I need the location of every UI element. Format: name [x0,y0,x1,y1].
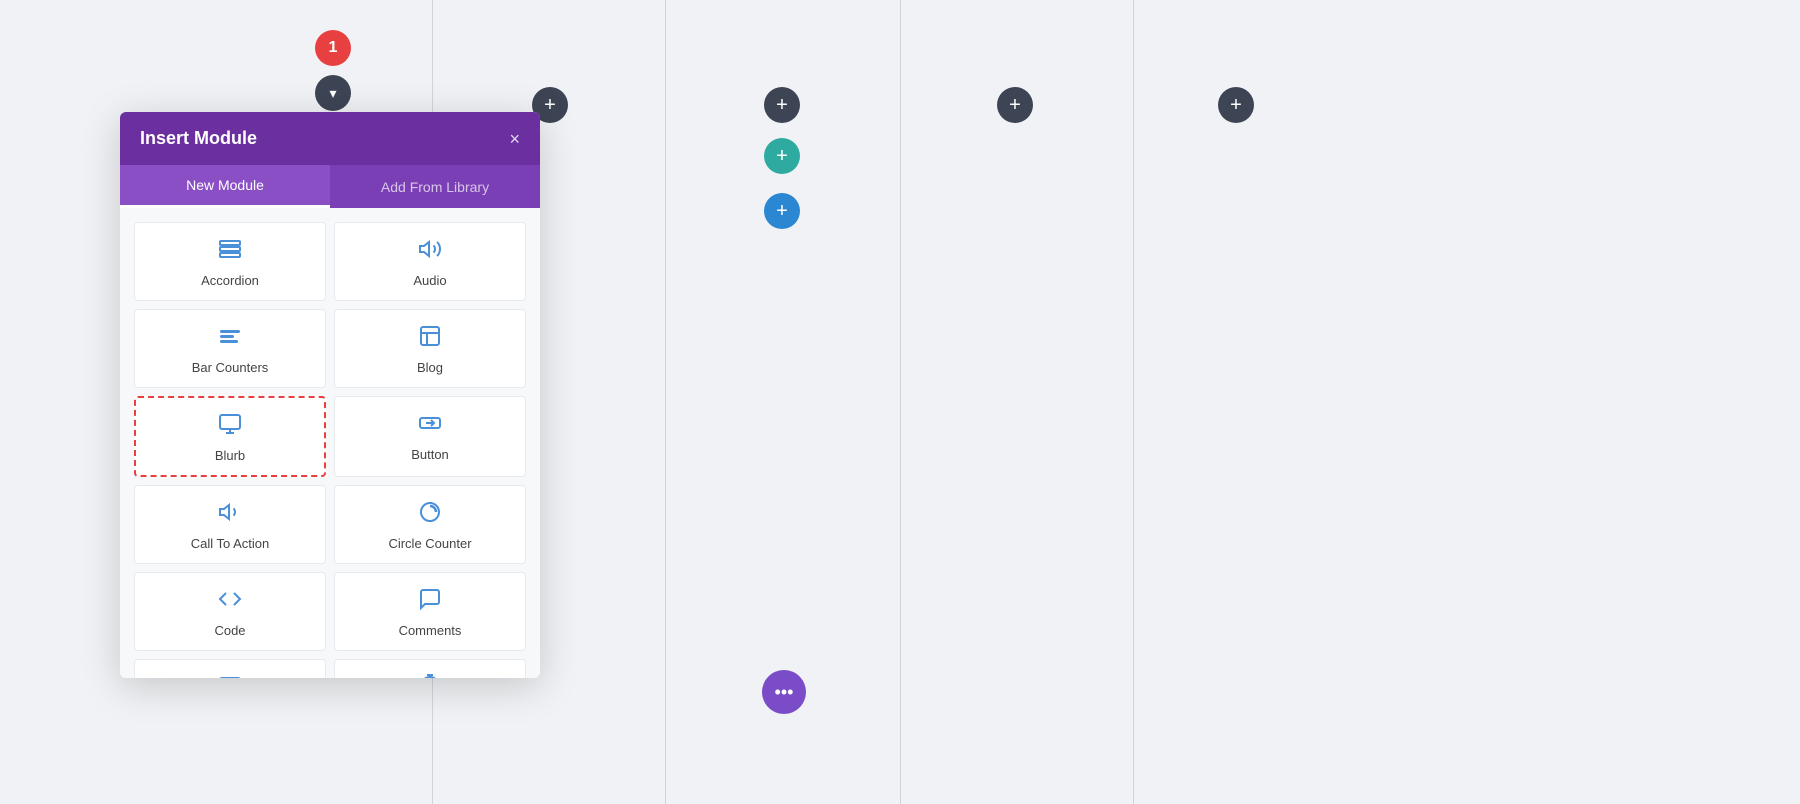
call-to-action-label: Call To Action [191,536,270,551]
audio-label: Audio [413,273,446,288]
module-item-contact-form[interactable]: Contact Form [134,659,326,678]
button-icon [418,411,442,439]
module-item-circle-counter[interactable]: Circle Counter [334,485,526,564]
module-item-accordion[interactable]: Accordion [134,222,326,301]
audio-icon [418,237,442,265]
add-module-button-3[interactable]: + [997,87,1033,123]
accordion-icon [218,237,242,265]
add-module-button-4[interactable]: + [1218,87,1254,123]
code-icon [218,587,242,615]
insert-module-modal: Insert Module × New Module Add From Libr… [120,112,540,678]
bar-counters-label: Bar Counters [192,360,269,375]
bar-counters-icon [218,324,242,352]
blurb-icon [218,412,242,440]
module-item-audio[interactable]: Audio [334,222,526,301]
add-section-button-blue[interactable]: + [764,193,800,229]
tab-add-from-library[interactable]: Add From Library [330,165,540,208]
module-item-code[interactable]: Code [134,572,326,651]
comments-icon [418,587,442,615]
circle-counter-icon [418,500,442,528]
module-item-blurb[interactable]: Blurb [134,396,326,477]
module-grid: Accordion Audio [134,222,526,678]
module-item-comments[interactable]: Comments [334,572,526,651]
blurb-label: Blurb [215,448,245,463]
module-list-container: Accordion Audio [120,208,540,678]
countdown-icon [418,674,442,678]
call-to-action-icon [218,500,242,528]
grid-line-4 [1133,0,1134,804]
blog-icon [418,324,442,352]
arrow-down-button[interactable]: ▾ [315,75,351,111]
accordion-label: Accordion [201,273,259,288]
modal-close-button[interactable]: × [509,130,520,148]
add-module-button-2[interactable]: + [764,87,800,123]
circle-counter-label: Circle Counter [388,536,471,551]
modal-tabs: New Module Add From Library [120,165,540,208]
tab-new-module[interactable]: New Module [120,165,330,208]
contact-form-icon [218,674,242,678]
module-item-button[interactable]: Button [334,396,526,477]
grid-line-2 [665,0,666,804]
module-item-countdown[interactable]: Countdown Timer [334,659,526,678]
more-options-button[interactable]: ••• [762,670,806,714]
module-item-call-to-action[interactable]: Call To Action [134,485,326,564]
add-section-button-teal[interactable]: + [764,138,800,174]
blog-label: Blog [417,360,443,375]
grid-line-3 [900,0,901,804]
modal-title: Insert Module [140,128,257,149]
step-badge: 1 [315,30,351,66]
button-label: Button [411,447,449,462]
comments-label: Comments [399,623,462,638]
module-item-bar-counters[interactable]: Bar Counters [134,309,326,388]
modal-header: Insert Module × [120,112,540,165]
module-item-blog[interactable]: Blog [334,309,526,388]
code-label: Code [214,623,245,638]
